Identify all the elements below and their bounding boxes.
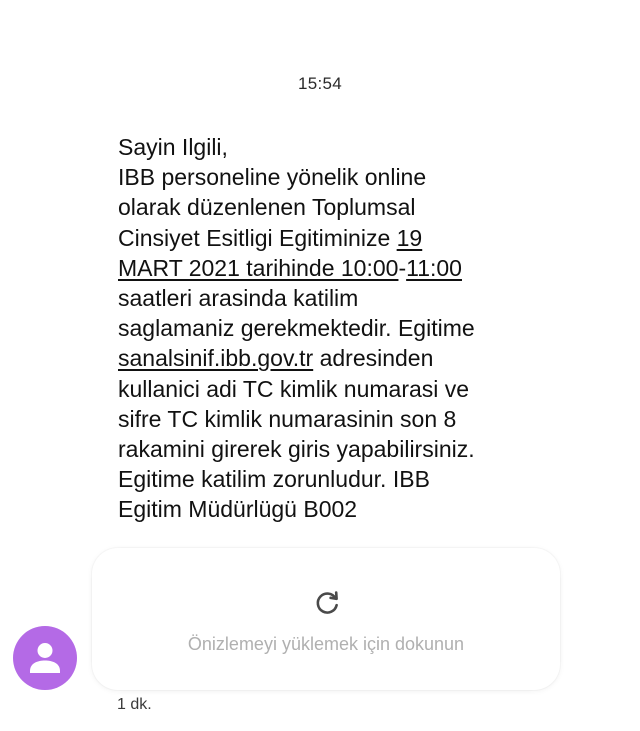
message-text: Cinsiyet Esitligi Egitiminize <box>118 224 397 251</box>
message-link[interactable]: 19 <box>397 225 423 251</box>
message-text: adresinden <box>313 345 434 372</box>
preview-load-label[interactable]: Önizlemeyi yüklemek için dokunun <box>92 634 560 655</box>
message-body[interactable]: Sayin Ilgili, IBB personeline yönelik onl… <box>118 132 598 525</box>
message-line: Cinsiyet Esitligi Egitiminize 19 <box>118 223 598 253</box>
person-icon <box>30 643 60 673</box>
message-line: Sayin Ilgili, <box>118 132 598 162</box>
message-text: IBB personeline yönelik online <box>118 164 427 191</box>
message-line: IBB personeline yönelik online <box>118 162 598 192</box>
message-text: Egitime katilim zorunludur. IBB <box>118 466 430 493</box>
message-line: MART 2021 tarihinde 10:00-11:00 <box>118 253 598 283</box>
message-text: rakamini girerek giris yapabilirsiniz. <box>118 436 475 463</box>
message-text: Egitim Müdürlügü B002 <box>118 496 358 523</box>
message-text: sifre TC kimlik numarasinin son 8 <box>118 405 457 432</box>
message-text: saglamaniz gerekmektedir. Egitime <box>118 315 475 342</box>
message-text: - <box>398 254 407 281</box>
message-age: 1 dk. <box>117 696 152 713</box>
message-line: Egitim Müdürlügü B002 <box>118 494 598 524</box>
message-text: kullanici adi TC kimlik numarasi ve <box>118 375 470 402</box>
sender-avatar[interactable] <box>13 626 77 690</box>
message-text: olarak düzenlenen Toplumsal <box>118 194 416 221</box>
message-link[interactable]: 11:00 <box>406 255 462 281</box>
message-link[interactable]: MART 2021 tarihinde 10:00 <box>118 255 398 281</box>
message-line: sanalsinif.ibb.gov.tr adresinden <box>118 343 598 373</box>
message-line: kullanici adi TC kimlik numarasi ve <box>118 374 598 404</box>
message-text: Sayin Ilgili, <box>118 134 228 160</box>
message-text: saatleri arasinda katilim <box>118 285 359 312</box>
message-line: rakamini girerek giris yapabilirsiniz. <box>118 434 598 464</box>
link-preview-card[interactable]: Önizlemeyi yüklemek için dokunun <box>92 548 560 690</box>
reload-icon[interactable] <box>312 588 342 618</box>
message-line: sifre TC kimlik numarasinin son 8 <box>118 404 598 434</box>
message-line: saglamaniz gerekmektedir. Egitime <box>118 313 598 343</box>
message-line: saatleri arasinda katilim <box>118 283 598 313</box>
message-link[interactable]: sanalsinif.ibb.gov.tr <box>118 345 313 371</box>
message-timestamp: 15:54 <box>297 74 343 93</box>
message-line: Egitime katilim zorunludur. IBB <box>118 464 598 494</box>
message-line: olarak düzenlenen Toplumsal <box>118 192 598 222</box>
